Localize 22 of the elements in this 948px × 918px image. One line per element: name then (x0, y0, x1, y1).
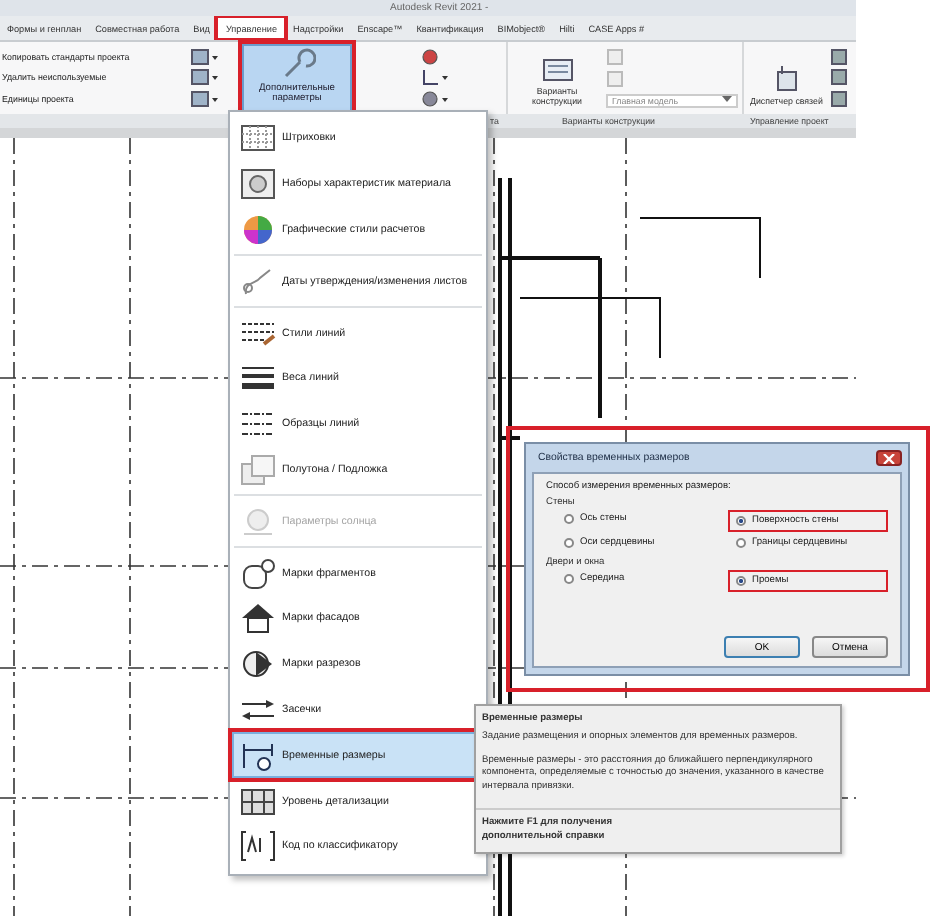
caret-icon (722, 96, 732, 105)
callout-icon (240, 557, 276, 590)
settings-icon[interactable] (190, 47, 218, 66)
hatch-icon (240, 122, 276, 155)
material-icon (240, 168, 276, 201)
linepattern-icon (240, 408, 276, 441)
section-icon (240, 648, 276, 681)
elevation-icon (240, 602, 276, 635)
detail-icon (240, 785, 276, 818)
axis-icon[interactable] (420, 68, 448, 87)
dimension-icon (240, 739, 276, 772)
file-icon (772, 64, 801, 92)
halftone-icon (240, 453, 276, 486)
close-button[interactable] (876, 450, 902, 466)
keynote-icon (240, 830, 276, 863)
settings-icon[interactable] (190, 90, 218, 109)
linestyle-icon (240, 317, 276, 350)
lineweight-icon (240, 362, 276, 395)
colors-icon (240, 213, 276, 246)
wrench-icon (279, 48, 315, 80)
settings-icon[interactable] (190, 68, 218, 87)
window-icon (541, 58, 573, 82)
